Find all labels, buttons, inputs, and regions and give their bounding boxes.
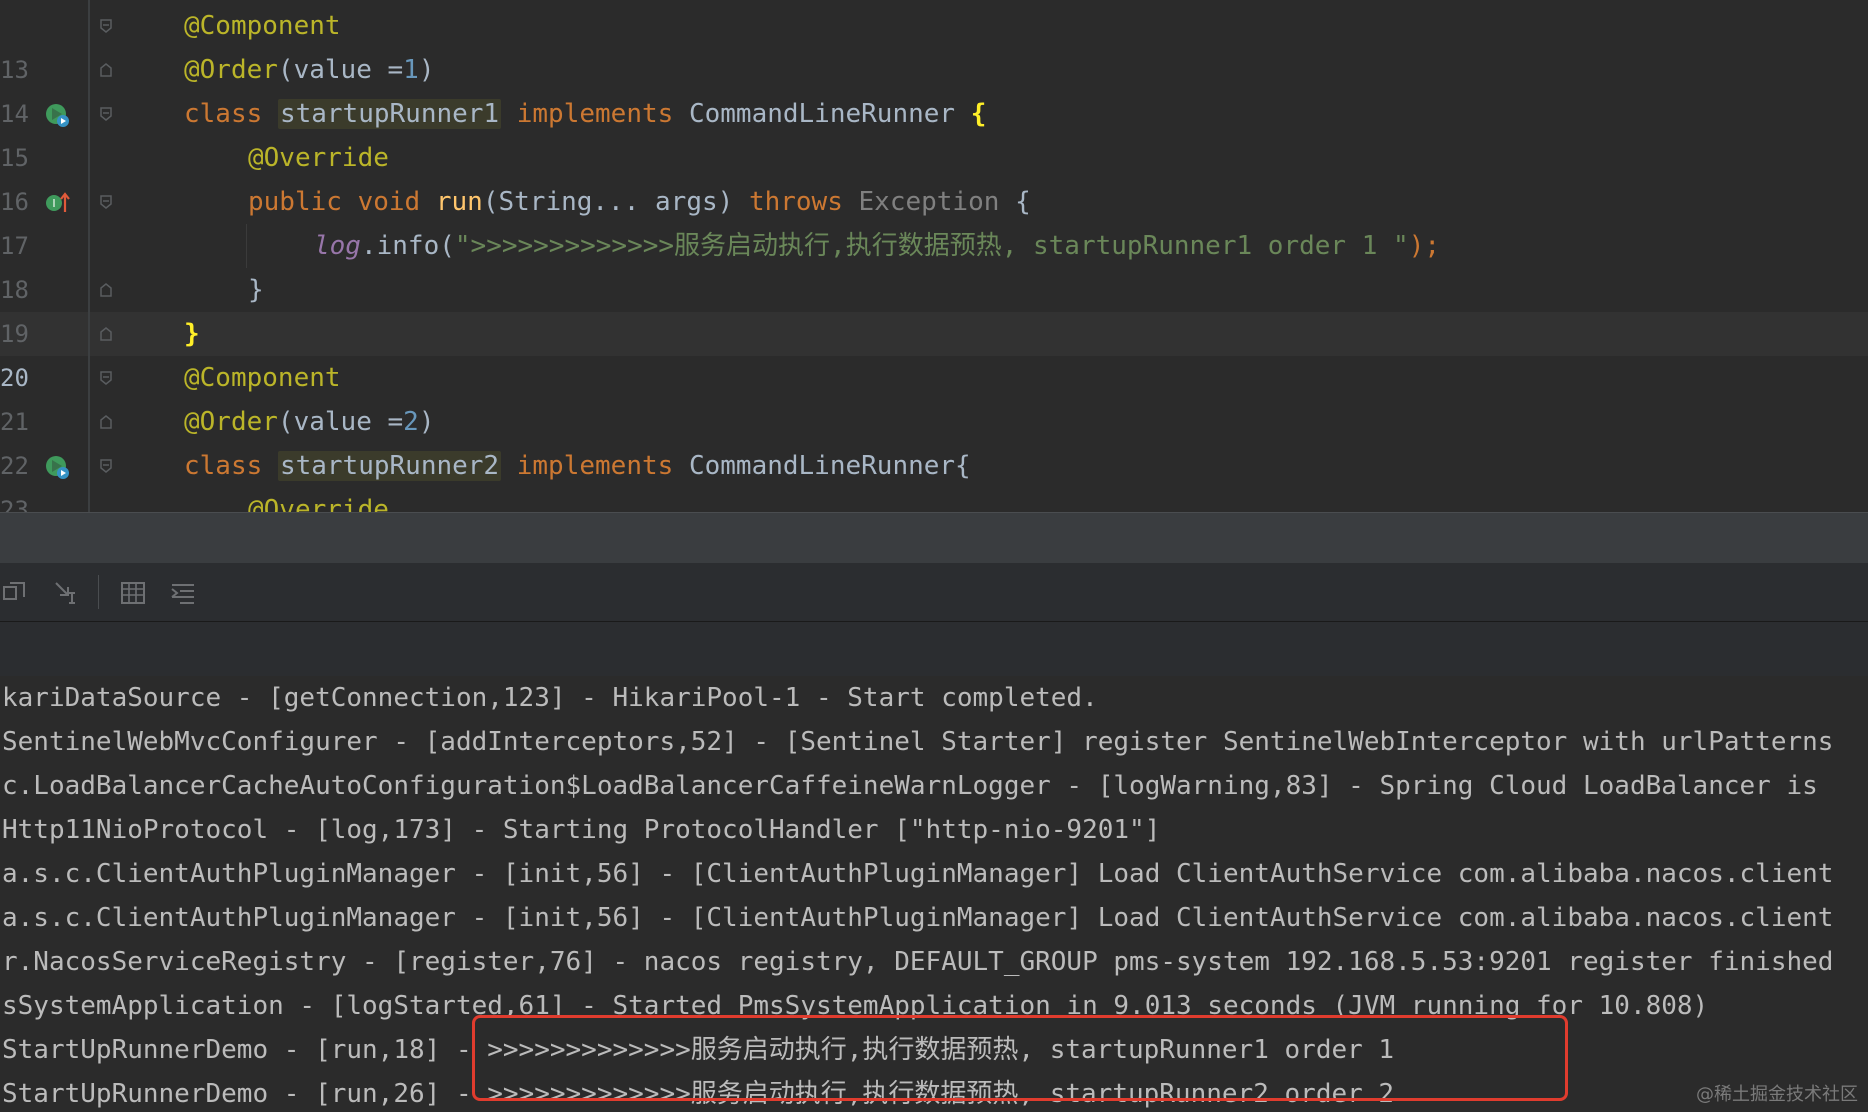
watermark: @稀土掘金技术社区 <box>1696 1084 1858 1105</box>
interface-name[interactable]: CommandLineRunner{ <box>689 451 971 481</box>
code-line[interactable]: 23 class startupRunner2 implements Comma… <box>0 444 1868 512</box>
class-name[interactable]: startupRunner2 <box>277 451 502 481</box>
fold-marker-icon[interactable] <box>98 326 114 342</box>
code-token: (String... args) <box>482 187 734 217</box>
run-class-icon[interactable] <box>44 454 70 480</box>
svg-text:I: I <box>52 197 55 210</box>
code-line[interactable]: 15 class startupRunner1 implements Comma… <box>0 92 1868 172</box>
annotation: @Override <box>248 495 389 512</box>
log-line: SentinelWebMvcConfigurer - [addIntercept… <box>2 727 1834 757</box>
indent-guide <box>246 224 247 268</box>
log-line: a.s.c.ClientAuthPluginManager - [init,56… <box>2 903 1834 933</box>
number-literal: 2 <box>403 407 419 437</box>
highlight-annotation-box <box>472 1015 1568 1101</box>
code-token: ) <box>418 55 435 85</box>
fold-marker-icon[interactable] <box>98 458 114 474</box>
code-line[interactable]: 21 @Component <box>0 356 1868 436</box>
annotation: @Component <box>184 11 341 41</box>
keyword: class <box>184 451 263 481</box>
annotation: @Component <box>184 363 341 393</box>
string-literal: ">>>>>>>>>>>>>服务启动执行,执行数据预热, startupRunn… <box>454 231 1409 261</box>
fold-marker-icon[interactable] <box>98 194 114 210</box>
fold-marker-icon[interactable] <box>98 414 114 430</box>
keyword: class <box>184 99 263 129</box>
code-token: (value = <box>277 55 404 85</box>
keyword: implements <box>516 99 674 129</box>
code-line[interactable]: 17 I public void run(String... args) thr… <box>0 180 1868 260</box>
code-token: (value = <box>277 407 404 437</box>
run-class-icon[interactable] <box>44 102 70 128</box>
method-name[interactable]: run <box>436 187 483 217</box>
implement-method-icon[interactable]: I <box>44 190 70 216</box>
log-line: kariDataSource - [getConnection,123] - H… <box>2 683 1098 713</box>
brace: { <box>1015 187 1031 217</box>
run-panel-header[interactable] <box>0 512 1868 563</box>
annotation: @Override <box>248 143 389 173</box>
code-line[interactable]: 19 } <box>0 268 1868 348</box>
code-token: ); <box>1408 231 1440 261</box>
annotation: @Order <box>184 55 278 85</box>
restore-layout-icon[interactable] <box>0 579 30 607</box>
brace: } <box>248 275 264 305</box>
log-line: r.NacosServiceRegistry - [register,76] -… <box>2 947 1834 977</box>
fold-marker-icon[interactable] <box>98 18 114 34</box>
annotation: @Order <box>184 407 278 437</box>
brace: { <box>970 99 987 129</box>
code-line[interactable]: 24 @Override <box>0 488 1868 512</box>
fold-marker-icon[interactable] <box>98 370 114 386</box>
number-literal: 1 <box>403 55 419 85</box>
code-line[interactable]: 16 @Override <box>0 136 1868 216</box>
log-line: c.LoadBalancerCacheAutoConfiguration$Loa… <box>2 771 1818 801</box>
class-name[interactable]: startupRunner1 <box>277 99 502 129</box>
log-field[interactable]: log <box>314 231 361 261</box>
keyword: implements <box>516 451 674 481</box>
console-padding <box>0 622 1868 676</box>
log-line: a.s.c.ClientAuthPluginManager - [init,56… <box>2 859 1834 889</box>
fold-marker-icon[interactable] <box>98 282 114 298</box>
keyword: throws <box>748 187 843 217</box>
log-line: Http11NioProtocol - [log,173] - Starting… <box>2 815 1161 845</box>
code-token: ) <box>418 407 435 437</box>
interface-name[interactable]: CommandLineRunner <box>689 99 955 129</box>
exception-type[interactable]: Exception <box>859 187 1000 217</box>
code-line[interactable]: 22 @Order(value =2) <box>0 400 1868 480</box>
brace: } <box>184 319 200 349</box>
scroll-to-end-icon[interactable] <box>52 579 82 607</box>
keyword: public <box>248 187 342 217</box>
code-token: .info( <box>360 231 455 261</box>
console-toolbar <box>0 563 1868 622</box>
code-line[interactable]: 13 @Component <box>0 4 1868 84</box>
fold-marker-icon[interactable] <box>98 62 114 78</box>
code-line[interactable]: 18 log.info(">>>>>>>>>>>>>服务启动执行,执行数据预热,… <box>0 224 1868 304</box>
code-editor[interactable]: 13 @Component 14 @Order(value =1) 15 cla… <box>0 0 1868 512</box>
soft-wrap-icon[interactable] <box>168 579 198 607</box>
fold-marker-icon[interactable] <box>98 106 114 122</box>
table-view-icon[interactable] <box>118 579 148 607</box>
toolbar-separator <box>98 575 99 609</box>
code-line[interactable]: 14 @Order(value =1) <box>0 48 1868 128</box>
keyword: void <box>357 187 421 217</box>
code-line[interactable]: 20 } <box>0 312 1868 392</box>
